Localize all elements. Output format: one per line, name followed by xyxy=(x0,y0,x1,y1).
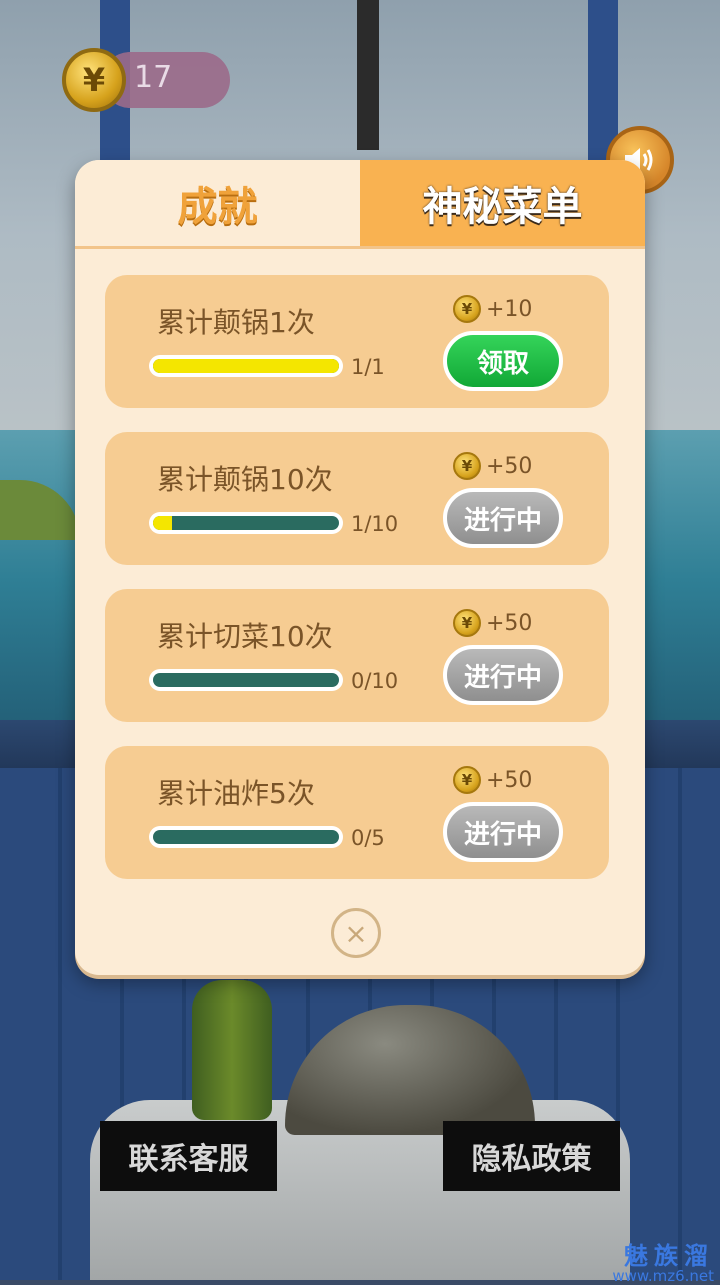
progress-text: 0/5 xyxy=(351,826,385,850)
progress-bar-fill xyxy=(153,359,339,373)
yen-coin-icon: ¥ xyxy=(453,295,481,323)
in-progress-button[interactable]: 进行中 xyxy=(443,488,563,548)
privacy-policy-label: 隐私政策 xyxy=(471,1142,592,1177)
coin-glyph: ¥ xyxy=(461,457,473,475)
privacy-policy-button[interactable]: 隐私政策 xyxy=(443,1121,620,1191)
reward-amount: +50 xyxy=(486,610,533,636)
progress-bar xyxy=(149,826,343,848)
coin-count: 17 xyxy=(134,60,173,95)
achievement-card: 累计油炸5次 0/5 ¥ +50 进行中 xyxy=(105,746,609,879)
achievement-title: 累计切菜10次 xyxy=(157,620,333,653)
yen-coin-icon: ¥ xyxy=(453,609,481,637)
bottle xyxy=(192,980,272,1120)
progress-bar-track xyxy=(153,359,339,373)
progress-bar xyxy=(149,355,343,377)
yen-coin-icon: ¥ xyxy=(62,48,126,112)
tab-achievements[interactable]: 成就 xyxy=(75,160,360,246)
achievement-title: 累计油炸5次 xyxy=(157,777,315,810)
in-progress-button-label: 进行中 xyxy=(463,662,542,693)
progress-bar-track xyxy=(153,830,339,844)
yen-coin-icon: ¥ xyxy=(453,766,481,794)
coin-glyph: ¥ xyxy=(461,771,473,789)
achievement-card: 累计切菜10次 0/10 ¥ +50 进行中 xyxy=(105,589,609,722)
contact-support-label: 联系客服 xyxy=(128,1142,249,1177)
achievement-card: 累计颠锅10次 1/10 ¥ +50 进行中 xyxy=(105,432,609,565)
reward: ¥ +50 xyxy=(453,609,532,637)
watermark: 魅族溜 www.mz6.net xyxy=(574,1236,714,1285)
tab-divider xyxy=(75,246,645,249)
coin-glyph: ¥ xyxy=(461,614,473,632)
progress-bar-track xyxy=(153,673,339,687)
progress-bar xyxy=(149,669,343,691)
coin-counter: 17 ¥ xyxy=(62,48,230,112)
reward: ¥ +50 xyxy=(453,766,532,794)
progress-bar-track xyxy=(153,516,339,530)
coin-glyph: ¥ xyxy=(82,61,106,99)
progress-bar xyxy=(149,512,343,534)
progress-text: 1/1 xyxy=(351,355,385,379)
close-icon: × xyxy=(344,916,368,950)
reward-amount: +50 xyxy=(486,453,533,479)
in-progress-button-label: 进行中 xyxy=(463,505,542,536)
achievement-card: 累计颠锅1次 1/1 ¥ +10 领取 xyxy=(105,275,609,408)
reward-amount: +50 xyxy=(486,767,533,793)
claim-button-label: 领取 xyxy=(476,348,529,379)
achievement-title: 累计颠锅1次 xyxy=(157,306,315,339)
coin-glyph: ¥ xyxy=(461,300,473,318)
watermark-url: www.mz6.net xyxy=(612,1267,714,1285)
in-progress-button[interactable]: 进行中 xyxy=(443,802,563,862)
achievement-panel: 成就 神秘菜单 累计颠锅1次 1/1 ¥ +10 领取 累计颠锅10次 1/10 xyxy=(75,160,645,975)
progress-text: 0/10 xyxy=(351,669,399,693)
watermark-title: 魅族溜 xyxy=(624,1242,714,1270)
yen-coin-icon: ¥ xyxy=(453,452,481,480)
reward: ¥ +10 xyxy=(453,295,532,323)
in-progress-button[interactable]: 进行中 xyxy=(443,645,563,705)
reward: ¥ +50 xyxy=(453,452,532,480)
tab-mystery-menu[interactable]: 神秘菜单 xyxy=(360,160,645,246)
claim-button[interactable]: 领取 xyxy=(443,331,563,391)
achievement-title: 累计颠锅10次 xyxy=(157,463,333,496)
tab-mystery-menu-label: 神秘菜单 xyxy=(422,184,583,230)
close-button[interactable]: × xyxy=(331,908,381,958)
window-frame-right xyxy=(588,0,618,160)
contact-support-button[interactable]: 联系客服 xyxy=(100,1121,277,1191)
progress-text: 1/10 xyxy=(351,512,399,536)
in-progress-button-label: 进行中 xyxy=(463,819,542,850)
lamp-pole xyxy=(357,0,379,150)
progress-bar-fill xyxy=(153,516,172,530)
tab-achievements-label: 成就 xyxy=(177,184,258,230)
reward-amount: +10 xyxy=(486,296,533,322)
